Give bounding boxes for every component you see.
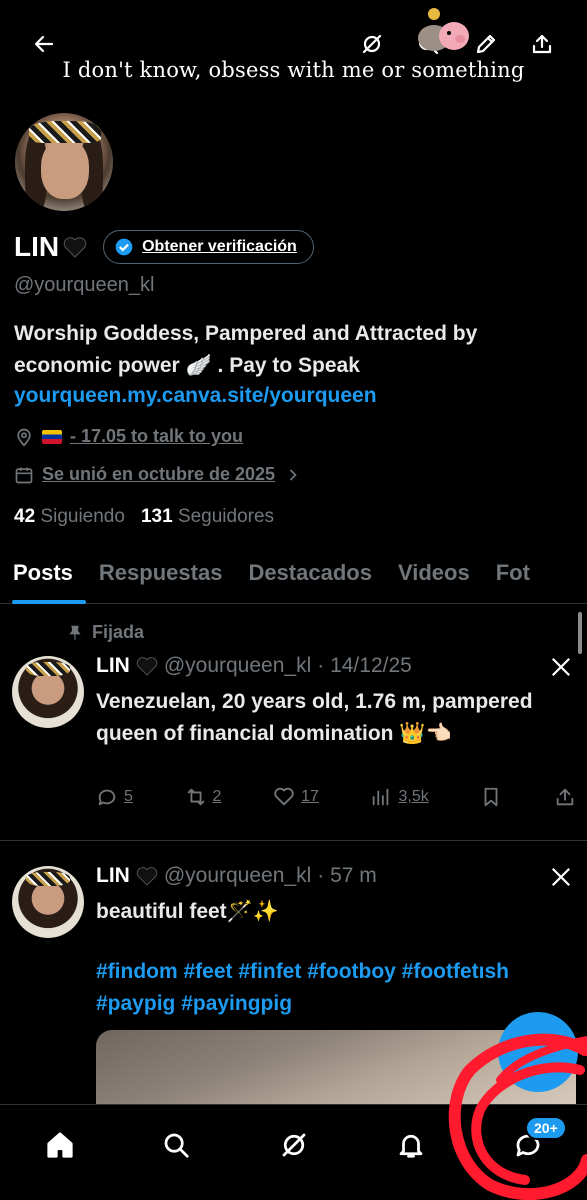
location-pin-icon — [17, 428, 31, 447]
location-text[interactable]: - 17.05 to talk to you — [70, 426, 243, 447]
post-time: · 14/12/25 — [317, 654, 412, 677]
post-author-handle[interactable]: @yourqueen_kl — [164, 654, 311, 678]
messages-badge: 20+ — [525, 1116, 567, 1140]
followers-stat[interactable]: 131 Seguidores — [141, 506, 274, 528]
home-icon[interactable] — [40, 1125, 80, 1165]
post-text: Venezuelan, 20 years old, 1.76 m, pamper… — [96, 690, 533, 745]
joined-text: Se unió en octubre de 2025 — [42, 464, 276, 484]
grok-icon[interactable] — [356, 28, 388, 60]
repost-button[interactable]: 2 — [185, 786, 222, 808]
calendar-icon — [15, 467, 33, 483]
scrollbar[interactable] — [578, 612, 582, 654]
views-button[interactable]: 3,5k — [370, 786, 429, 808]
profile-website-link[interactable]: yourqueen.my.canva.site/yourqueen — [14, 384, 377, 408]
post-actions: 5 2 17 3,5k — [96, 786, 576, 808]
profile-tabs: Posts Respuestas Destacados Videos Fot — [0, 548, 587, 604]
profile-avatar[interactable] — [12, 110, 116, 214]
banner-caption: I don't know, obsess with me or somethin… — [62, 58, 525, 82]
tab-posts[interactable]: Posts — [0, 548, 86, 604]
bookmark-button[interactable] — [480, 786, 502, 808]
post-time: · 57 m — [317, 864, 377, 887]
post-header: LIN @yourqueen_kl · 14/12/25 — [96, 654, 412, 678]
bottom-navigation — [0, 1104, 587, 1200]
share-icon[interactable] — [526, 28, 558, 60]
reply-count: 5 — [124, 788, 133, 805]
get-verified-label: Obtener verificación — [142, 238, 297, 255]
x-logo-icon — [551, 657, 571, 677]
verified-badge-icon — [115, 238, 133, 256]
reply-button[interactable]: 5 — [96, 786, 133, 808]
post-hashtags[interactable]: #findom #feet #finfet #footboy #footfetı… — [96, 956, 576, 1020]
post-avatar[interactable] — [12, 656, 84, 728]
chevron-right-icon — [289, 468, 297, 481]
post-text: beautiful feet🪄✨ — [96, 900, 279, 923]
views-count: 3,5k — [398, 788, 429, 805]
post-divider — [0, 840, 587, 841]
share-post-button[interactable] — [554, 786, 576, 808]
post-avatar[interactable] — [12, 866, 84, 938]
like-button[interactable]: 17 — [273, 786, 319, 808]
follow-stats: 42 Siguiendo 131 Seguidores — [14, 506, 274, 528]
get-verified-button[interactable]: Obtener verificación — [103, 230, 314, 264]
repost-icon — [187, 788, 204, 806]
post-header: LIN @yourqueen_kl · 57 m — [96, 864, 377, 888]
tab-photos[interactable]: Fot — [483, 548, 543, 603]
notifications-icon[interactable] — [391, 1125, 431, 1165]
views-icon — [373, 788, 389, 806]
black-heart-icon — [136, 657, 158, 676]
edit-icon[interactable] — [470, 28, 502, 60]
search-icon[interactable] — [156, 1125, 196, 1165]
x-logo-icon — [551, 867, 571, 887]
profile-name-row: LIN Obtener verificación — [14, 230, 314, 264]
heart-icon — [274, 787, 294, 806]
tab-highlights[interactable]: Destacados — [235, 548, 385, 603]
pin-icon — [69, 625, 81, 640]
profile-name: LIN — [14, 231, 60, 262]
repost-count: 2 — [212, 788, 222, 805]
post-author-name[interactable]: LIN — [96, 864, 130, 888]
compose-fab-button[interactable] — [498, 1012, 578, 1092]
bookmark-icon — [484, 787, 498, 807]
back-arrow-icon[interactable] — [28, 28, 60, 60]
pig-coin-sticker — [418, 8, 469, 51]
tab-replies[interactable]: Respuestas — [86, 548, 236, 603]
profile-handle: @yourqueen_kl — [14, 274, 155, 296]
reply-icon — [98, 789, 116, 806]
venezuela-flag-icon — [42, 429, 62, 444]
share-icon — [556, 788, 574, 806]
tab-videos[interactable]: Videos — [385, 548, 483, 603]
grok-icon[interactable] — [274, 1125, 314, 1165]
profile-bio: Worship Goddess, Pampered and Attracted … — [14, 322, 478, 377]
profile-location: - 17.05 to talk to you — [14, 426, 243, 447]
post-author-name[interactable]: LIN — [96, 654, 130, 678]
like-count: 17 — [301, 788, 319, 805]
black-heart-icon — [136, 867, 158, 886]
pinned-label: Fijada — [92, 622, 145, 642]
post-author-handle[interactable]: @yourqueen_kl — [164, 864, 311, 888]
black-heart-icon — [63, 237, 87, 258]
following-stat[interactable]: 42 Siguiendo — [14, 506, 125, 528]
pinned-indicator: Fijada — [66, 622, 144, 643]
profile-header: I don't know, obsess with me or somethin… — [0, 0, 587, 100]
profile-joined[interactable]: Se unió en octubre de 2025 — [14, 464, 303, 485]
